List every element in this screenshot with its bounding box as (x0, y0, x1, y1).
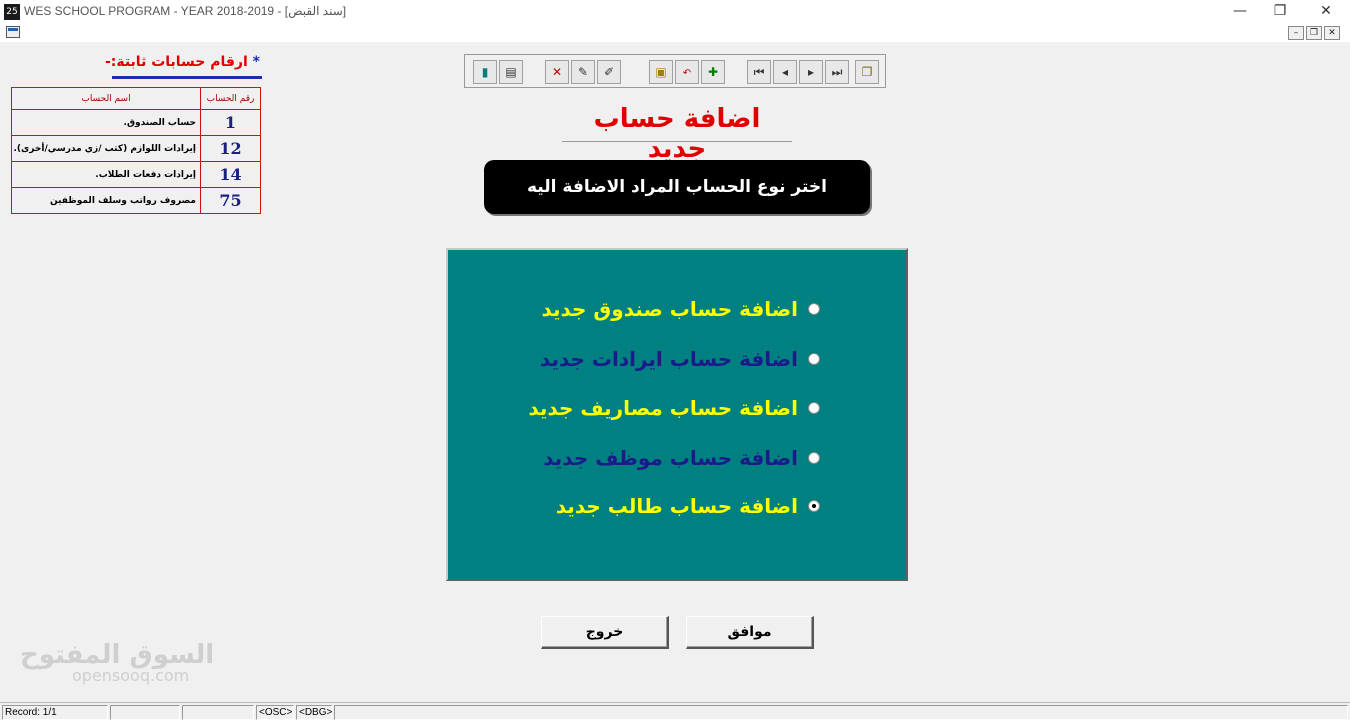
child-close-icon[interactable]: ✕ (1324, 26, 1340, 40)
option-student-account[interactable]: اضافة حساب طالب جديد (556, 491, 820, 521)
account-type-panel: اضافة حساب صندوق جديد اضافة حساب ايرادات… (446, 248, 908, 581)
app-icon[interactable]: 25 (4, 4, 20, 20)
restore-icon[interactable]: ❐ (1258, 0, 1302, 24)
table-row: 75 مصروف رواتب وسلف الموظفين (11, 187, 261, 214)
minimize-icon[interactable]: — (1218, 0, 1262, 24)
col-account-number: رقم الحساب (200, 87, 261, 110)
close-icon[interactable]: ✕ (1304, 0, 1348, 24)
radio-button[interactable] (808, 452, 820, 464)
option-cash-account[interactable]: اضافة حساب صندوق جديد (541, 294, 820, 324)
ok-button[interactable]: موافق (686, 616, 814, 649)
exit-button[interactable]: خروج (541, 616, 669, 649)
mdi-bar: – ❐ ✕ (0, 24, 1350, 42)
status-bar: Record: 1/1 <OSC> <DBG> (0, 702, 1350, 720)
child-minimize-icon[interactable]: – (1288, 26, 1304, 40)
record-counter: Record: 1/1 (2, 705, 108, 720)
table-row: 12 إيرادات اللوازم (كتب /زي مدرسي/أخرى). (11, 135, 261, 162)
title-underline (562, 141, 792, 142)
edit-tools-icon[interactable]: ✐ (597, 60, 621, 84)
status-cell-empty (334, 705, 1348, 720)
osc-indicator: <OSC> (256, 705, 294, 720)
heading-star: * (252, 54, 260, 70)
status-cell-empty (182, 705, 254, 720)
option-label: اضافة حساب موظف جديد (543, 446, 798, 470)
new-record-icon[interactable]: ✚ (701, 60, 725, 84)
document-icon[interactable] (6, 26, 20, 38)
account-name: إيرادات اللوازم (كتب /زي مدرسي/أخرى). (11, 135, 201, 162)
heading-underline (112, 76, 262, 79)
account-number: 1 (200, 109, 261, 136)
account-name: مصروف رواتب وسلف الموظفين (11, 187, 201, 214)
window-title: WES SCHOOL PROGRAM - YEAR 2018-2019 - [س… (24, 4, 347, 18)
child-restore-icon[interactable]: ❐ (1306, 26, 1322, 40)
option-employee-account[interactable]: اضافة حساب موظف جديد (543, 443, 820, 473)
last-record-icon[interactable]: ⏭ (825, 60, 849, 84)
table-row: 1 حساب الصندوق. (11, 109, 261, 136)
status-cell-empty (110, 705, 180, 720)
dbg-indicator: <DBG> (296, 705, 332, 720)
cancel-icon[interactable]: ↶ (675, 60, 699, 84)
radio-button[interactable] (808, 402, 820, 414)
option-label: اضافة حساب مصاريف جديد (528, 396, 798, 420)
col-account-name: اسم الحساب (11, 87, 201, 110)
account-name: حساب الصندوق. (11, 109, 201, 136)
page-title: اضافة حساب جديد (593, 104, 761, 164)
exit-door-icon[interactable]: ▮ (473, 60, 497, 84)
edit-icon[interactable]: ✎ (571, 60, 595, 84)
table-header-row: رقم الحساب اسم الحساب (11, 87, 261, 110)
heading-text: ارقام حسابات ثابتة:- (104, 54, 248, 70)
option-label: اضافة حساب طالب جديد (555, 494, 798, 518)
save-icon[interactable]: ▣ (649, 60, 673, 84)
instruction-banner: اختر نوع الحساب المراد الاضافة اليه (484, 160, 870, 214)
radio-button[interactable] (808, 500, 820, 512)
record-toolbar: ▮ ▤ ✕ ✎ ✐ ▣ ↶ ✚ ⏮ ◂ ▸ ⏭ ❐ (464, 54, 886, 88)
first-record-icon[interactable]: ⏮ (747, 60, 771, 84)
account-name: إيرادات دفعات الطلاب. (11, 161, 201, 188)
print-icon[interactable]: ▤ (499, 60, 523, 84)
opensooq-watermark: السوق المفتوح opensooq.com (20, 640, 214, 685)
next-record-icon[interactable]: ▸ (799, 60, 823, 84)
account-number: 14 (200, 161, 261, 188)
delete-icon[interactable]: ✕ (545, 60, 569, 84)
window-titlebar: 25 WES SCHOOL PROGRAM - YEAR 2018-2019 -… (0, 0, 1350, 24)
account-number: 12 (200, 135, 261, 162)
option-expense-account[interactable]: اضافة حساب مصاريف جديد (528, 393, 820, 423)
radio-button[interactable] (808, 303, 820, 315)
fixed-accounts-heading: * ارقام حسابات ثابتة:- (105, 54, 260, 70)
table-row: 14 إيرادات دفعات الطلاب. (11, 161, 261, 188)
option-label: اضافة حساب ايرادات جديد (539, 347, 798, 371)
fixed-accounts-table: رقم الحساب اسم الحساب 1 حساب الصندوق. 12… (11, 87, 261, 214)
radio-button[interactable] (808, 353, 820, 365)
account-number: 75 (200, 187, 261, 214)
copy-icon[interactable]: ❐ (855, 60, 879, 84)
option-label: اضافة حساب صندوق جديد (541, 297, 798, 321)
previous-record-icon[interactable]: ◂ (773, 60, 797, 84)
option-revenue-account[interactable]: اضافة حساب ايرادات جديد (540, 344, 820, 374)
